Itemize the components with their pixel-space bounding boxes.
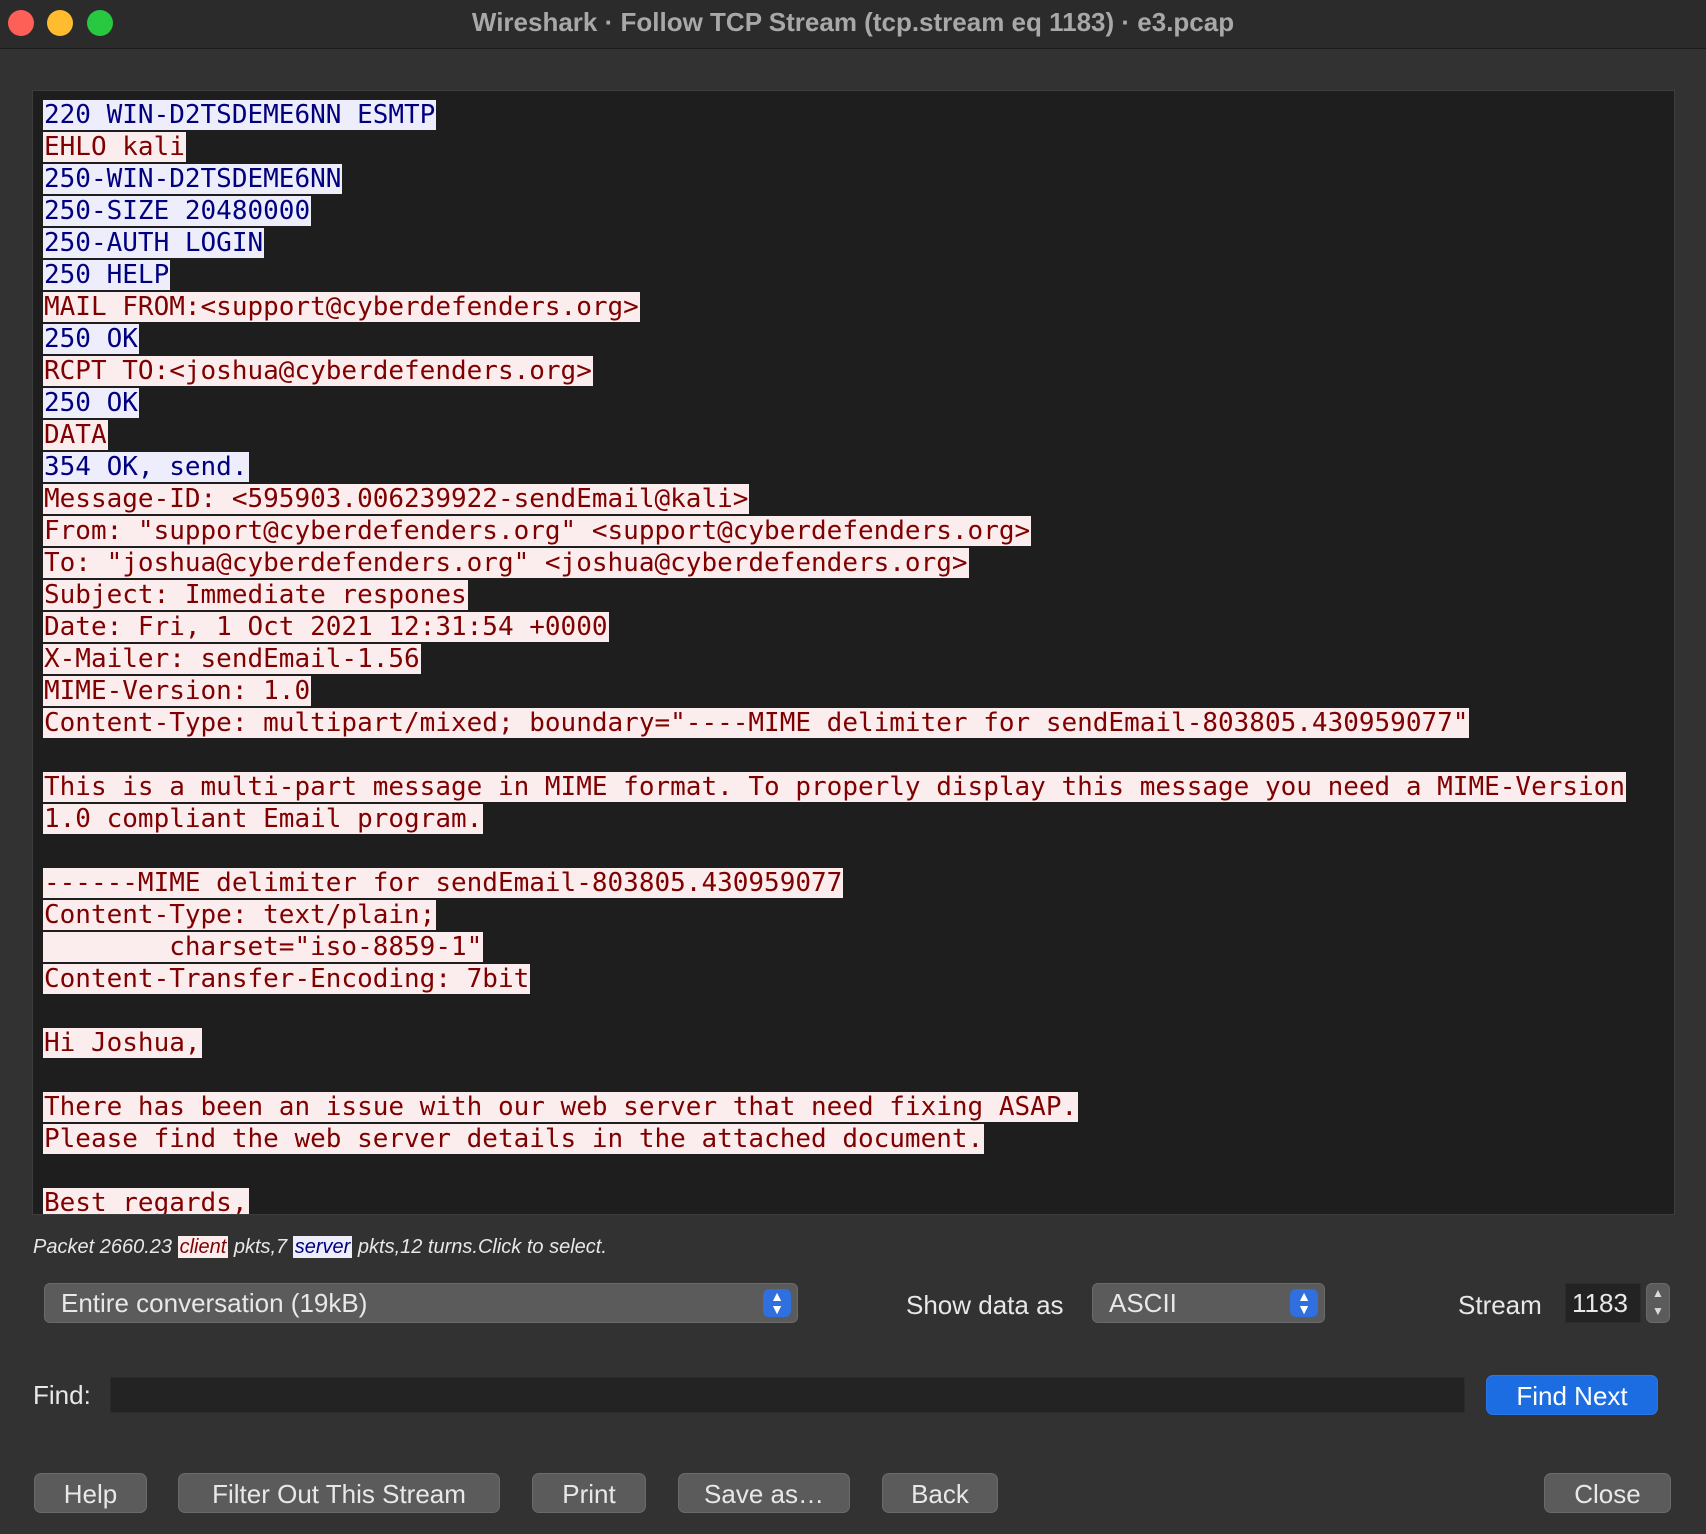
- server-segment: 250 HELP: [43, 260, 171, 290]
- client-segment: MIME-Version: 1.0: [43, 676, 312, 706]
- client-segment: ------MIME delimiter for sendEmail-80380…: [43, 868, 844, 898]
- client-segment: RCPT TO:<joshua@cyberdefenders.org>: [43, 356, 593, 386]
- find-input[interactable]: [110, 1377, 1465, 1413]
- save-as-button[interactable]: Save as…: [678, 1473, 850, 1513]
- chevron-updown-icon: ▲ ▼: [763, 1289, 791, 1317]
- server-segment: 354 OK, send.: [43, 452, 249, 482]
- stream-line[interactable]: This is a multi-part message in MIME for…: [43, 771, 1626, 803]
- stepper-down-icon[interactable]: ▼: [1652, 1304, 1664, 1318]
- stream-line[interactable]: EHLO kali: [43, 131, 1626, 163]
- stream-line[interactable]: To: "joshua@cyberdefenders.org" <joshua@…: [43, 547, 1626, 579]
- find-label: Find:: [33, 1380, 91, 1410]
- client-segment: From: "support@cyberdefenders.org" <supp…: [43, 516, 1032, 546]
- stream-line[interactable]: Hi Joshua,: [43, 1027, 1626, 1059]
- client-tag: client: [177, 1236, 229, 1258]
- stream-label: Stream: [1458, 1290, 1542, 1320]
- stream-line[interactable]: 250-AUTH LOGIN: [43, 227, 1626, 259]
- stream-line[interactable]: There has been an issue with our web ser…: [43, 1091, 1626, 1123]
- client-segment: Content-Type: text/plain;: [43, 900, 437, 930]
- show-data-select[interactable]: ASCII ▲ ▼: [1092, 1283, 1325, 1323]
- stream-line[interactable]: 250 OK: [43, 387, 1626, 419]
- stream-line[interactable]: [43, 739, 1626, 771]
- find-next-button[interactable]: Find Next: [1486, 1375, 1658, 1415]
- client-segment: DATA: [43, 420, 108, 450]
- server-segment: 250 OK: [43, 388, 139, 418]
- server-segment: 250-AUTH LOGIN: [43, 228, 265, 258]
- stream-line[interactable]: MIME-Version: 1.0: [43, 675, 1626, 707]
- stream-line[interactable]: [43, 1059, 1626, 1091]
- stream-line[interactable]: 354 OK, send.: [43, 451, 1626, 483]
- client-segment: MAIL FROM:<support@cyberdefenders.org>: [43, 292, 640, 322]
- client-segment: Content-Type: multipart/mixed; boundary=…: [43, 708, 1470, 738]
- client-segment: There has been an issue with our web ser…: [43, 1092, 1079, 1122]
- stream-line[interactable]: 250 HELP: [43, 259, 1626, 291]
- title-bar: Wireshark · Follow TCP Stream (tcp.strea…: [0, 0, 1706, 49]
- stream-line[interactable]: 250 OK: [43, 323, 1626, 355]
- stream-stepper[interactable]: ▲ ▼: [1646, 1283, 1670, 1323]
- stream-line[interactable]: 220 WIN-D2TSDEME6NN ESMTP: [43, 99, 1626, 131]
- stream-line[interactable]: [43, 1155, 1626, 1187]
- stream-content-pane[interactable]: 220 WIN-D2TSDEME6NN ESMTP EHLO kali 250-WI…: [32, 90, 1675, 1215]
- stream-line[interactable]: Message-ID: <595903.006239922-sendEmail@…: [43, 483, 1626, 515]
- stream-line[interactable]: X-Mailer: sendEmail-1.56: [43, 643, 1626, 675]
- close-button[interactable]: Close: [1544, 1473, 1671, 1513]
- client-segment: Best regards,: [43, 1188, 249, 1214]
- stream-text[interactable]: 220 WIN-D2TSDEME6NN ESMTP EHLO kali 250-WI…: [43, 99, 1626, 1214]
- packet-info-prefix: Packet 2660.23: [33, 1236, 178, 1258]
- window-title: Wireshark · Follow TCP Stream (tcp.strea…: [471, 7, 1235, 37]
- stream-line[interactable]: 250-SIZE 20480000: [43, 195, 1626, 227]
- client-segment: Content-Transfer-Encoding: 7bit: [43, 964, 531, 994]
- stream-line[interactable]: Best regards,: [43, 1187, 1626, 1214]
- stream-line[interactable]: [43, 995, 1626, 1027]
- stream-line[interactable]: ------MIME delimiter for sendEmail-80380…: [43, 867, 1626, 899]
- client-segment: Subject: Immediate respones: [43, 580, 468, 610]
- stream-line[interactable]: Date: Fri, 1 Oct 2021 12:31:54 +0000: [43, 611, 1626, 643]
- client-segment: charset="iso-8859-1": [43, 932, 484, 962]
- stream-line[interactable]: From: "support@cyberdefenders.org" <supp…: [43, 515, 1626, 547]
- client-segment: X-Mailer: sendEmail-1.56: [43, 644, 421, 674]
- stream-line[interactable]: 1.0 compliant Email program.: [43, 803, 1626, 835]
- print-button[interactable]: Print: [532, 1473, 646, 1513]
- show-data-select-value: ASCII: [1109, 1288, 1177, 1318]
- packet-info-mid: pkts,7: [228, 1236, 293, 1258]
- conversation-select[interactable]: Entire conversation (19kB) ▲ ▼: [44, 1283, 798, 1323]
- server-tag: server: [292, 1236, 353, 1258]
- stream-line[interactable]: Subject: Immediate respones: [43, 579, 1626, 611]
- stream-line[interactable]: [43, 835, 1626, 867]
- packet-info-suffix: pkts,12 turns.Click to select.: [352, 1236, 607, 1258]
- stream-line[interactable]: charset="iso-8859-1": [43, 931, 1626, 963]
- client-segment: Please find the web server details in th…: [43, 1124, 985, 1154]
- stream-line[interactable]: MAIL FROM:<support@cyberdefenders.org>: [43, 291, 1626, 323]
- stream-line[interactable]: DATA: [43, 419, 1626, 451]
- chevron-updown-icon: ▲ ▼: [1290, 1289, 1318, 1317]
- conversation-select-value: Entire conversation (19kB): [61, 1288, 368, 1318]
- client-segment: EHLO kali: [43, 132, 186, 162]
- stream-number-input[interactable]: 1183: [1565, 1283, 1641, 1323]
- packet-info-label[interactable]: Packet 2660.23 client pkts,7 server pkts…: [33, 1232, 607, 1262]
- client-segment: 1.0 compliant Email program.: [43, 804, 484, 834]
- server-segment: 250-WIN-D2TSDEME6NN: [43, 164, 343, 194]
- show-data-label: Show data as: [906, 1290, 1064, 1320]
- server-segment: 250 OK: [43, 324, 139, 354]
- client-segment: Hi Joshua,: [43, 1028, 202, 1058]
- stepper-up-icon[interactable]: ▲: [1652, 1286, 1664, 1300]
- stream-line[interactable]: Content-Transfer-Encoding: 7bit: [43, 963, 1626, 995]
- stream-line[interactable]: 250-WIN-D2TSDEME6NN: [43, 163, 1626, 195]
- client-segment: Date: Fri, 1 Oct 2021 12:31:54 +0000: [43, 612, 609, 642]
- server-segment: 250-SIZE 20480000: [43, 196, 312, 226]
- stream-line[interactable]: RCPT TO:<joshua@cyberdefenders.org>: [43, 355, 1626, 387]
- help-button[interactable]: Help: [34, 1473, 147, 1513]
- client-segment: Message-ID: <595903.006239922-sendEmail@…: [43, 484, 750, 514]
- client-segment: To: "joshua@cyberdefenders.org" <joshua@…: [43, 548, 969, 578]
- client-segment: This is a multi-part message in MIME for…: [43, 772, 1626, 802]
- filter-out-stream-button[interactable]: Filter Out This Stream: [178, 1473, 500, 1513]
- stream-line[interactable]: Content-Type: multipart/mixed; boundary=…: [43, 707, 1626, 739]
- back-button[interactable]: Back: [882, 1473, 998, 1513]
- stream-line[interactable]: Content-Type: text/plain;: [43, 899, 1626, 931]
- server-segment: 220 WIN-D2TSDEME6NN ESMTP: [43, 100, 437, 130]
- stream-line[interactable]: Please find the web server details in th…: [43, 1123, 1626, 1155]
